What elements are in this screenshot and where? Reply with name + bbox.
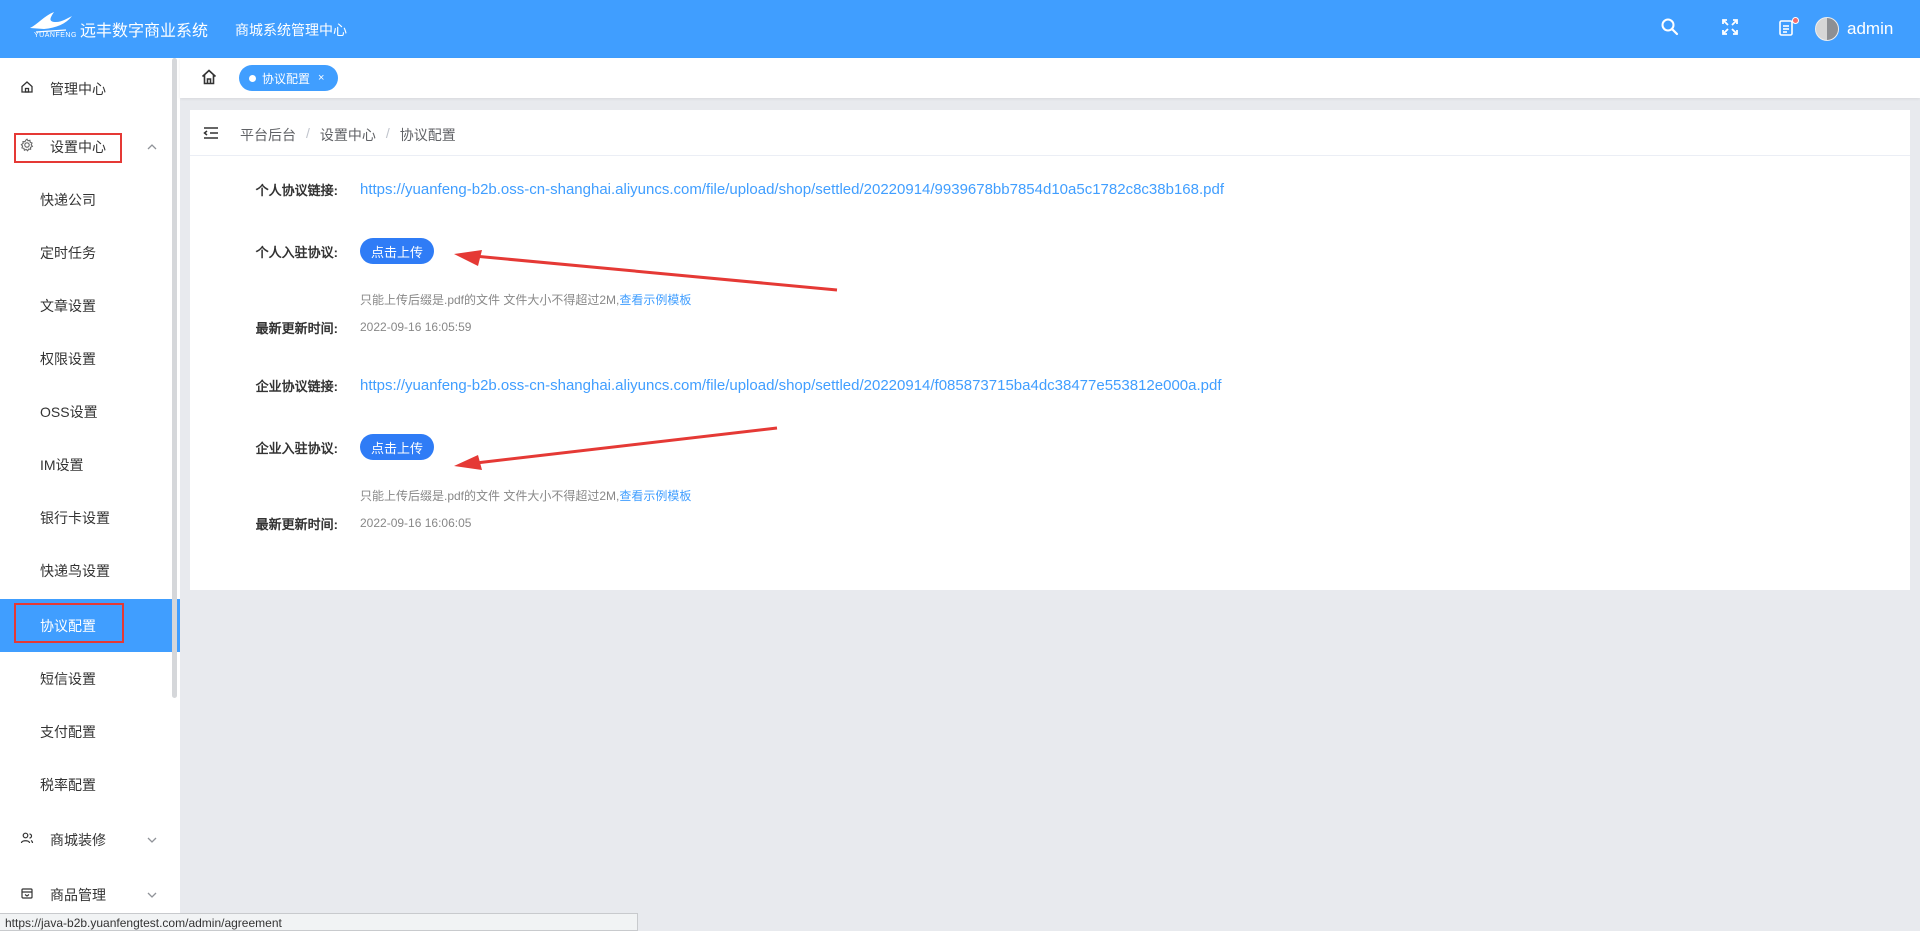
breadcrumb-bar: 平台后台 / 设置中心 / 协议配置 — [190, 110, 1910, 156]
sidebar-subitem-label: 定时任务 — [40, 244, 96, 261]
breadcrumb-item[interactable]: 平台后台 — [240, 125, 296, 145]
personal-agreement-link[interactable]: https://yuanfeng-b2b.oss-cn-shanghai.ali… — [360, 181, 1224, 198]
sidebar-subitem-label: IM设置 — [40, 456, 84, 473]
sidebar-subitem-payment-config[interactable]: 支付配置 — [0, 705, 180, 758]
sidebar-subitem-kdniao-settings[interactable]: 快递鸟设置 — [0, 544, 180, 597]
annotation-arrow-icon — [454, 426, 778, 470]
sidebar-subitem-sms-settings[interactable]: 短信设置 — [0, 652, 180, 705]
username: admin — [1847, 19, 1894, 38]
sidebar-subitem-oss-settings[interactable]: OSS设置 — [0, 385, 180, 438]
personal-update-time: 2022-09-16 16:05:59 — [360, 320, 472, 334]
enterprise-link-label: 企业协议链接: — [255, 378, 338, 394]
breadcrumb-item[interactable]: 设置中心 — [320, 125, 376, 145]
logo-text: YUANFENG — [34, 32, 77, 39]
close-icon[interactable]: × — [318, 72, 324, 84]
tab-label: 协议配置 — [262, 71, 311, 86]
tab-agreement-config[interactable]: 协议配置 × — [239, 65, 339, 91]
sidebar-subitem-label: 支付配置 — [40, 723, 96, 740]
sidebar-item-label: 商城装修 — [50, 831, 106, 848]
sidebar-item-management-center[interactable]: 管理中心 — [0, 62, 180, 115]
personal-upload-label: 个人入驻协议: — [255, 244, 338, 260]
app-title: 远丰数字商业系统 — [80, 23, 209, 40]
sidebar-subitem-label: 快递公司 — [40, 191, 96, 208]
chevron-up-icon — [146, 140, 158, 152]
update-time-label: 最新更新时间: — [255, 516, 338, 532]
sidebar-item-label: 商品管理 — [50, 886, 106, 903]
home-tab-icon[interactable] — [200, 68, 220, 88]
sidebar-subitem-label: OSS设置 — [40, 403, 98, 420]
breadcrumb-separator: / — [385, 125, 390, 141]
annotation-arrow-icon — [454, 250, 838, 292]
tabs-bar: 协议配置 × — [180, 58, 1920, 98]
sidebar-subitem-label: 短信设置 — [40, 670, 96, 687]
breadcrumb-item: 协议配置 — [399, 127, 456, 143]
top-header: YUANFENG 远丰数字商业系统 商城系统管理中心 admin — [0, 0, 1920, 58]
user-menu[interactable]: admin — [1815, 16, 1893, 42]
breadcrumb: 平台后台 / 设置中心 / 协议配置 — [240, 125, 456, 145]
logo[interactable]: YUANFENG — [26, 10, 76, 42]
notification-badge — [1792, 17, 1799, 24]
sidebar-subitem-label: 税率配置 — [40, 776, 96, 793]
sidebar-subitem-article-settings[interactable]: 文章设置 — [0, 279, 180, 332]
enterprise-upload-label: 企业入驻协议: — [255, 440, 338, 456]
avatar — [1815, 17, 1839, 41]
active-dot-icon — [249, 74, 256, 82]
personal-upload-button[interactable]: 点击上传 — [360, 238, 435, 264]
notification-icon[interactable] — [1777, 17, 1799, 39]
box-icon — [20, 886, 36, 902]
sub-title: 商城系统管理中心 — [235, 22, 347, 38]
upload-tip-text: 只能上传后缀是.pdf的文件 文件大小不得超过2M, — [360, 488, 620, 503]
chevron-down-icon — [146, 833, 158, 845]
sidebar-item-mall-decoration[interactable]: 商城装修 — [0, 813, 180, 866]
highlight-box-settings-center — [14, 133, 122, 163]
upload-tip: 只能上传后缀是.pdf的文件 文件大小不得超过2M,查看示例模板 — [360, 487, 691, 504]
status-bar-url: https://java-b2b.yuanfengtest.com/admin/… — [0, 913, 638, 931]
sidebar-subitem-label: 文章设置 — [40, 297, 96, 314]
enterprise-update-time: 2022-09-16 16:06:05 — [360, 516, 472, 530]
sidebar-subitem-tax-config[interactable]: 税率配置 — [0, 758, 180, 811]
update-time-label: 最新更新时间: — [255, 320, 338, 336]
sidebar-subitem-permission-settings[interactable]: 权限设置 — [0, 332, 180, 385]
sidebar-subitem-label: 权限设置 — [40, 350, 96, 367]
main-content-card: 平台后台 / 设置中心 / 协议配置 个人协议链接: https://yuanf… — [190, 110, 1910, 590]
sidebar: 管理中心 设置中心 快递公司 定时任务 文章设置 权限设置 OSS设置 IM设置… — [0, 58, 180, 913]
enterprise-agreement-link[interactable]: https://yuanfeng-b2b.oss-cn-shanghai.ali… — [360, 377, 1222, 394]
sidebar-subitem-scheduled-task[interactable]: 定时任务 — [0, 226, 180, 279]
collapse-menu-icon[interactable] — [202, 124, 220, 142]
sidebar-subitem-bank-card-settings[interactable]: 银行卡设置 — [0, 491, 180, 544]
highlight-box-agreement-config — [14, 603, 124, 643]
breadcrumb-separator: / — [306, 125, 310, 141]
sidebar-subitem-express-company[interactable]: 快递公司 — [0, 173, 180, 226]
sidebar-scrollbar[interactable] — [172, 58, 177, 698]
sidebar-subitem-label: 快递鸟设置 — [40, 562, 110, 579]
sidebar-item-label: 管理中心 — [50, 80, 106, 97]
search-icon[interactable] — [1660, 17, 1682, 39]
enterprise-upload-button[interactable]: 点击上传 — [360, 434, 435, 460]
home-icon — [20, 80, 36, 96]
sidebar-subitem-label: 银行卡设置 — [40, 509, 110, 526]
sidebar-item-product-management[interactable]: 商品管理 — [0, 868, 180, 913]
personal-link-label: 个人协议链接: — [255, 182, 338, 198]
view-template-link[interactable]: 查看示例模板 — [619, 489, 691, 503]
fullscreen-icon[interactable] — [1720, 17, 1742, 39]
user-group-icon — [20, 831, 36, 847]
chevron-down-icon — [146, 888, 158, 900]
sidebar-subitem-im-settings[interactable]: IM设置 — [0, 438, 180, 491]
